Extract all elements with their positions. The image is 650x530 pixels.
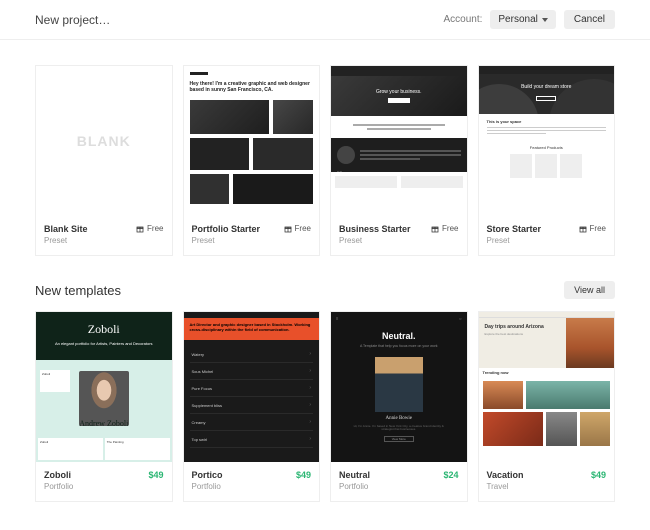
gift-icon [284, 225, 292, 233]
account-value: Personal [498, 14, 537, 25]
free-badge: Free [431, 224, 458, 233]
free-badge: Free [284, 224, 311, 233]
preset-thumb: Grow your business. Who we are [331, 66, 467, 216]
template-name: Neutral [339, 470, 370, 480]
preset-thumb: Build your dream store This is your spac… [479, 66, 615, 216]
preset-card-blank[interactable]: BLANK Blank Site Preset Free [35, 65, 173, 256]
preset-category: Preset [44, 236, 88, 245]
template-card-zoboli[interactable]: ZoboliAn elegant portfolio for Artists, … [35, 311, 173, 502]
gift-icon [431, 225, 439, 233]
section-title-templates: New templates [35, 283, 121, 298]
template-name: Vacation [487, 470, 524, 480]
preset-name: Blank Site [44, 224, 88, 234]
template-thumb: Art Director and graphic designer based … [184, 312, 320, 462]
preset-category: Preset [192, 236, 261, 245]
account-dropdown[interactable]: Personal [490, 10, 555, 29]
preset-category: Preset [487, 236, 542, 245]
free-badge: Free [136, 224, 163, 233]
preset-name: Portfolio Starter [192, 224, 261, 234]
template-price: $49 [148, 470, 163, 480]
template-thumb: ZoboliAn elegant portfolio for Artists, … [36, 312, 172, 462]
preset-card-business[interactable]: Grow your business. Who we are Business … [330, 65, 468, 256]
preset-category: Preset [339, 236, 411, 245]
preset-thumb: BLANK [36, 66, 172, 216]
template-category: Portfolio [339, 482, 370, 491]
template-name: Portico [192, 470, 223, 480]
template-price: $49 [296, 470, 311, 480]
template-card-vacation[interactable]: Day trips around ArizonaExplore the best… [478, 311, 616, 502]
preset-thumb: Hey there! I'm a creative graphic and we… [184, 66, 320, 216]
template-category: Portfolio [44, 482, 73, 491]
account-label: Account: [443, 14, 482, 25]
view-all-button[interactable]: View all [564, 281, 615, 299]
cancel-button[interactable]: Cancel [564, 10, 615, 29]
gift-icon [579, 225, 587, 233]
template-price: $24 [443, 470, 458, 480]
preset-name: Business Starter [339, 224, 411, 234]
preset-card-store[interactable]: Build your dream store This is your spac… [478, 65, 616, 256]
template-card-neutral[interactable]: ≡○ Neutral. A Template that help you foc… [330, 311, 468, 502]
template-card-portico[interactable]: Art Director and graphic designer based … [183, 311, 321, 502]
template-name: Zoboli [44, 470, 73, 480]
free-badge: Free [579, 224, 606, 233]
template-category: Portfolio [192, 482, 223, 491]
template-price: $49 [591, 470, 606, 480]
template-thumb: Day trips around ArizonaExplore the best… [479, 312, 615, 462]
page-title: New project… [35, 13, 110, 27]
preset-card-portfolio[interactable]: Hey there! I'm a creative graphic and we… [183, 65, 321, 256]
chevron-down-icon [542, 18, 548, 22]
preset-name: Store Starter [487, 224, 542, 234]
template-thumb: ≡○ Neutral. A Template that help you foc… [331, 312, 467, 462]
gift-icon [136, 225, 144, 233]
template-category: Travel [487, 482, 524, 491]
